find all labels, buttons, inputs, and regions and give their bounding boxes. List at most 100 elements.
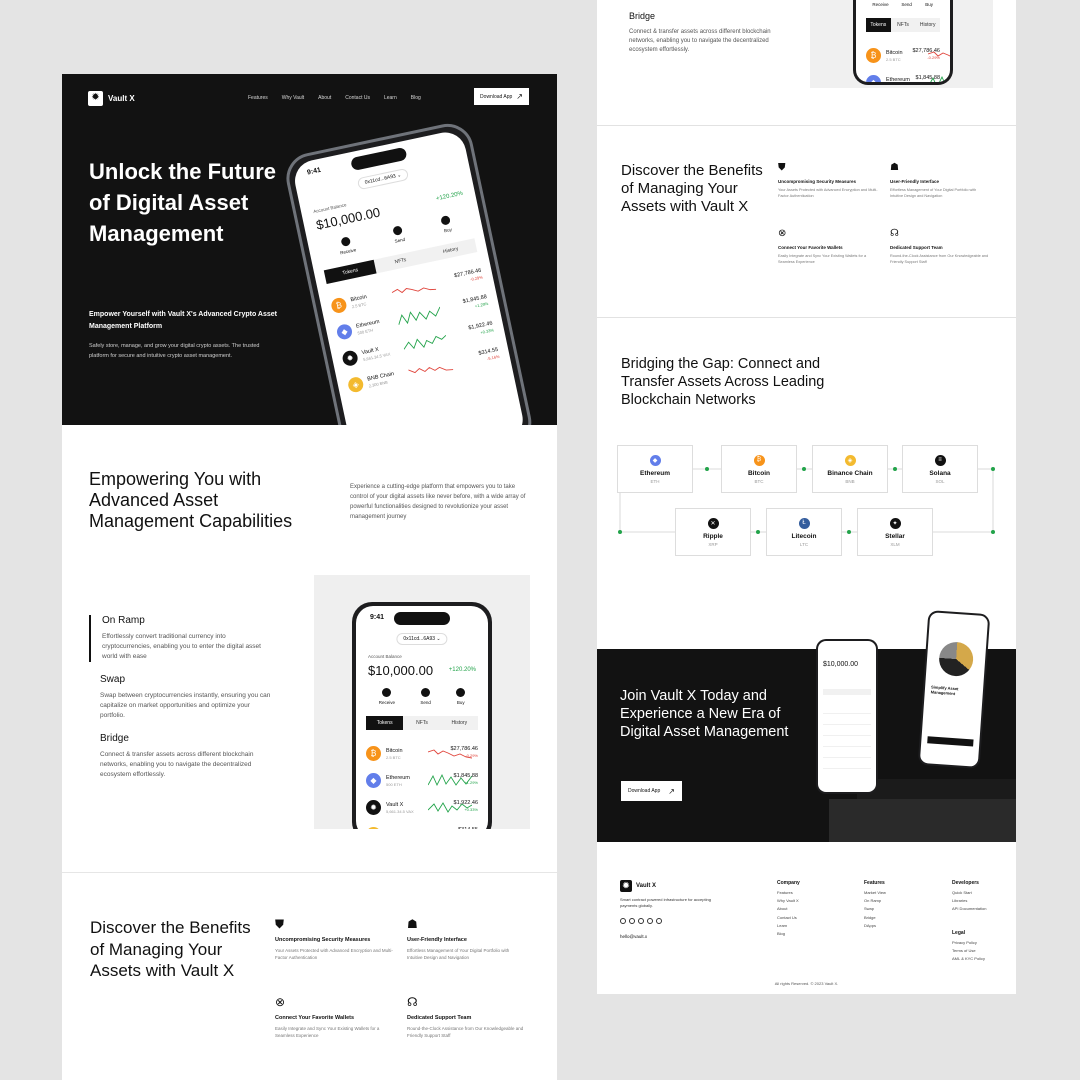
footer-link[interactable]: On Ramp bbox=[864, 897, 886, 905]
nav-link-about[interactable]: About bbox=[318, 95, 331, 101]
pie-chart-graphic bbox=[937, 640, 975, 678]
action-receive-button[interactable]: Receive bbox=[872, 0, 888, 7]
landing-page-left: ✹ Vault X Features Why Vault About Conta… bbox=[62, 74, 557, 1080]
feature-bridge[interactable]: Bridge Connect & transfer assets across … bbox=[89, 733, 289, 780]
footer-link[interactable]: Features bbox=[777, 889, 800, 897]
nav-link-blog[interactable]: Blog bbox=[411, 95, 421, 101]
footer-link[interactable]: AML & KYC Policy bbox=[952, 955, 985, 963]
chain-card-btc[interactable]: ₿ Bitcoin BTC bbox=[721, 445, 797, 493]
action-send-button[interactable]: Send bbox=[901, 0, 912, 7]
feature-swap[interactable]: Swap Swap between cryptocurrencies insta… bbox=[89, 674, 289, 721]
token-row[interactable]: ◆ Ethereum500 ETH $1,845.88+1.29% bbox=[366, 767, 478, 794]
chain-card-eth[interactable]: ◆ Ethereum ETH bbox=[617, 445, 693, 493]
headphones-icon: ☊ bbox=[890, 228, 899, 239]
footer-link[interactable]: Privacy Policy bbox=[952, 939, 985, 947]
footer-link[interactable]: DApps bbox=[864, 922, 886, 930]
cta-download-button[interactable]: Download App ↗ bbox=[621, 781, 682, 801]
nav-link-features[interactable]: Features bbox=[248, 95, 268, 101]
footer-link[interactable]: Terms of Use bbox=[952, 947, 985, 955]
wallet-address-selector[interactable]: 0x11cd...6A93 ⌄ bbox=[396, 633, 448, 645]
status-time: 9:41 bbox=[370, 614, 385, 621]
bnb-chain-icon: ◈ bbox=[346, 375, 365, 394]
footer-link[interactable]: Contact Us bbox=[777, 914, 800, 922]
chain-card-ltc[interactable]: Ł Litecoin LTC bbox=[766, 508, 842, 556]
footer-email[interactable]: hello@vault.x bbox=[620, 934, 647, 939]
action-send-button[interactable]: Send bbox=[392, 225, 405, 244]
action-receive-button[interactable]: Receive bbox=[379, 688, 395, 705]
token-name-block: Bitcoin 2.5 BTC bbox=[386, 748, 403, 760]
tab-tokens[interactable]: Tokens bbox=[366, 716, 404, 730]
benefit-text: Easily Integrate and Sync Your Existing … bbox=[778, 254, 867, 264]
nav-link-learn[interactable]: Learn bbox=[384, 95, 397, 101]
balance-label: Account Balance bbox=[368, 654, 402, 659]
token-row[interactable]: ₿ Bitcoin 2.5 BTC $27,786.46 -0.29% bbox=[366, 740, 478, 767]
chain-card-sol[interactable]: ≡ Solana SOL bbox=[902, 445, 978, 493]
chain-card-bnb[interactable]: ◈ Binance Chain BNB bbox=[812, 445, 888, 493]
token-value-block: $1,845.88+1.29% bbox=[916, 75, 940, 82]
nav-links: Features Why Vault About Contact Us Lear… bbox=[248, 95, 421, 101]
ethereum-icon: ◆ bbox=[366, 773, 381, 788]
action-label: Receive bbox=[339, 247, 357, 256]
action-send-button[interactable]: Send bbox=[420, 688, 431, 705]
footer-link[interactable]: Quick Start bbox=[952, 889, 986, 897]
section-divider bbox=[597, 125, 1016, 126]
footer-link[interactable]: API Documentation bbox=[952, 905, 986, 913]
tab-nfts[interactable]: NFTs bbox=[403, 716, 440, 730]
dynamic-island bbox=[394, 612, 450, 625]
instagram-icon[interactable] bbox=[647, 918, 653, 924]
tab-history[interactable]: History bbox=[424, 238, 477, 262]
benefits-title: Discover the Benefits of Managing Your A… bbox=[621, 162, 763, 215]
footer-link[interactable]: Swap bbox=[864, 905, 886, 913]
hero-title: Unlock the Future of Digital Asset Manag… bbox=[89, 159, 277, 246]
ethereum-icon: ◆ bbox=[335, 322, 354, 341]
footer-link[interactable]: Market View bbox=[864, 889, 886, 897]
tab-nfts[interactable]: NFTs bbox=[374, 249, 427, 273]
facebook-icon[interactable] bbox=[638, 918, 644, 924]
benefit-item: ⛊ Uncompromising Security Measures Your As… bbox=[778, 162, 878, 199]
footer-link[interactable]: About bbox=[777, 905, 800, 913]
wallet-address-selector[interactable]: 0x11cd...6A93 ⌄ bbox=[356, 167, 410, 191]
tab-nfts[interactable]: NFTs bbox=[891, 18, 916, 32]
token-value-block: $27,786.46 -0.29% bbox=[450, 746, 478, 758]
chain-card-xlm[interactable]: ✦ Stellar XLM bbox=[857, 508, 933, 556]
footer-link[interactable]: Why Vault X bbox=[777, 897, 800, 905]
tab-tokens[interactable]: Tokens bbox=[866, 18, 891, 32]
action-buy-button[interactable]: Buy bbox=[456, 688, 466, 705]
tab-history[interactable]: History bbox=[915, 18, 940, 32]
tab-history[interactable]: History bbox=[441, 716, 478, 730]
nav-link-contact[interactable]: Contact Us bbox=[345, 95, 370, 101]
action-buy-button[interactable]: Buy bbox=[925, 0, 934, 7]
download-app-button[interactable]: Download App ↗ bbox=[474, 88, 529, 105]
token-row[interactable]: ◆ Ethereum500 ETH $1,845.88+1.29% bbox=[866, 69, 950, 82]
footer-link[interactable]: Bridge bbox=[864, 914, 886, 922]
footer-link[interactable]: Libraries bbox=[952, 897, 986, 905]
footer-column-title: Developers bbox=[952, 880, 979, 886]
nav-link-why-vault[interactable]: Why Vault bbox=[282, 95, 304, 101]
benefit-title: Dedicated Support Team bbox=[407, 1015, 472, 1021]
token-row[interactable]: ₿ Bitcoin 2.5 BTC $27,786.46 -0.29% bbox=[866, 42, 950, 69]
benefit-item: ⊗ Connect Your Favorite Wallets Easily Int… bbox=[275, 995, 393, 1039]
twitter-icon[interactable] bbox=[620, 918, 626, 924]
balance-change: +120.20% bbox=[435, 190, 464, 203]
brand-name: Vault X bbox=[108, 93, 135, 103]
feature-on-ramp[interactable]: On Ramp Effortlessly convert traditional… bbox=[89, 615, 289, 662]
tab-tokens[interactable]: Tokens bbox=[323, 259, 377, 285]
token-name-block: BNB Chain2,300 BNB bbox=[367, 371, 396, 388]
action-buy-button[interactable]: Buy bbox=[440, 215, 453, 233]
footer-link[interactable]: Learn bbox=[777, 922, 800, 930]
chain-card-xrp[interactable]: ✕ Ripple XRP bbox=[675, 508, 751, 556]
footer-link[interactable]: Blog bbox=[777, 930, 800, 938]
linkedin-icon[interactable] bbox=[629, 918, 635, 924]
benefit-title: Connect Your Favorite Wallets bbox=[275, 1015, 355, 1021]
brand-logo[interactable]: ✹ Vault X bbox=[88, 90, 135, 106]
footer-logo[interactable]: ✹ Vault X bbox=[620, 880, 656, 892]
ethereum-icon: ◆ bbox=[866, 75, 881, 82]
token-value-block: $1,845.88+1.29% bbox=[462, 294, 488, 311]
telegram-icon[interactable] bbox=[656, 918, 662, 924]
action-receive-button[interactable]: Receive bbox=[337, 235, 357, 256]
token-row[interactable]: ✹ Vault X 5,661.34.5 VAX $1,922.46 +0.33% bbox=[366, 794, 478, 821]
chains-title: Bridging the Gap: Connect and Transfer A… bbox=[621, 356, 825, 408]
send-icon bbox=[392, 225, 404, 236]
token-row[interactable]: ◈ BNB Chain2,300 BNB $314.55-5.16% bbox=[366, 821, 478, 829]
status-time: 9:41 bbox=[306, 166, 322, 177]
